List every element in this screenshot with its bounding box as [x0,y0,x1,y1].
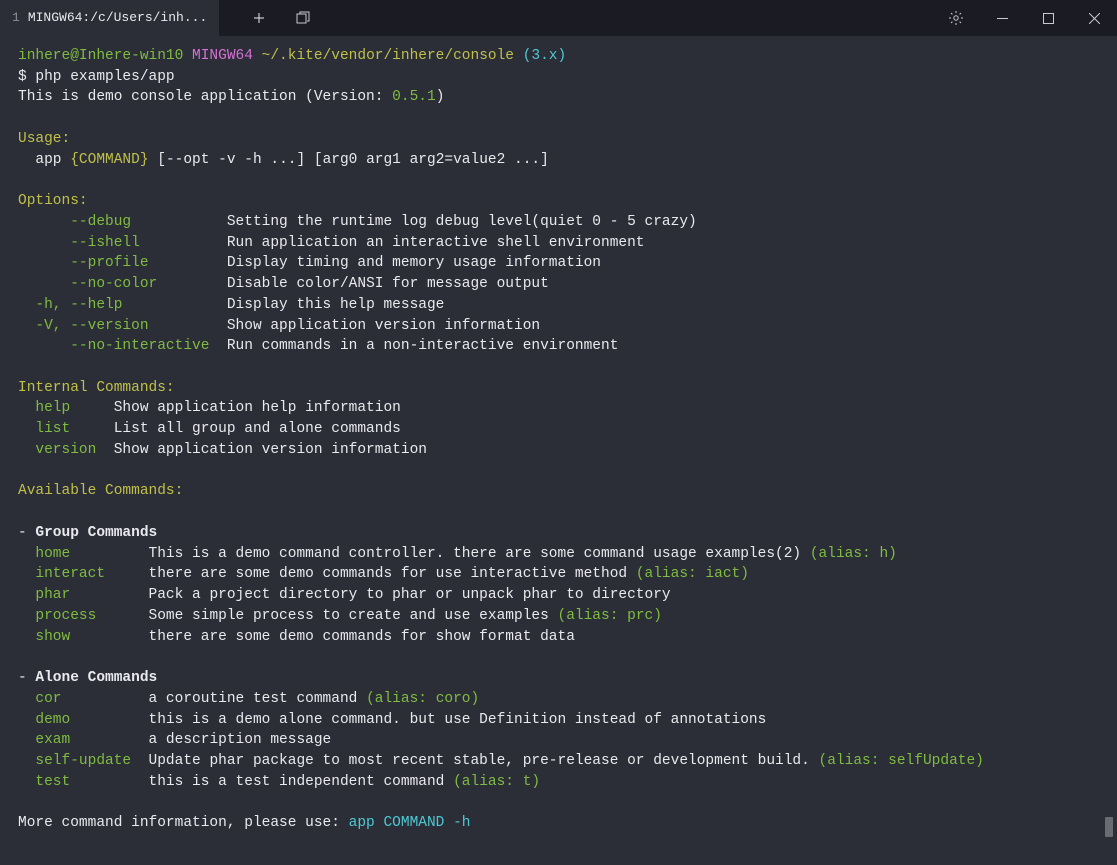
close-button[interactable] [1071,0,1117,36]
prompt-shell: MINGW64 [192,48,253,64]
command-line: $ php examples/app [18,67,1099,88]
command-name: self-update [18,753,149,769]
internal-row: list List all group and alone commands [18,419,1099,440]
option-desc: Display timing and memory usage informat… [218,255,601,271]
window-controls [979,0,1117,36]
option-row: --debug Setting the runtime log debug le… [18,212,1099,233]
option-desc: Run application an interactive shell env… [218,235,644,251]
command-desc: Some simple process to create and use ex… [149,608,558,624]
command-desc: List all group and alone commands [114,421,401,437]
prompt-branch: (3.x) [523,48,567,64]
command-alias: (alias: t) [453,774,540,790]
command-row: interact there are some demo commands fo… [18,564,1099,585]
command-name: show [18,629,149,645]
command-row: show there are some demo commands for sh… [18,627,1099,648]
option-flag: -V, --version [18,318,218,334]
terminal-body[interactable]: inhere@Inhere-win10 MINGW64 ~/.kite/vend… [0,36,1117,844]
group-list: home This is a demo command controller. … [18,544,1099,648]
command-name: exam [18,732,149,748]
command-desc: a coroutine test command [149,691,367,707]
internal-heading: Internal Commands: [18,378,1099,399]
titlebar: 1 MINGW64:/c/Users/inh... [0,0,1117,36]
options-list: --debug Setting the runtime log debug le… [18,212,1099,357]
option-flag: --no-interactive [18,338,218,354]
option-row: --ishell Run application an interactive … [18,233,1099,254]
app-description: This is demo console application (Versio… [18,87,1099,108]
options-heading: Options: [18,191,1099,212]
usage-line: app {COMMAND} [--opt -v -h ...] [arg0 ar… [18,150,1099,171]
command-desc: This is a demo command controller. there… [149,546,810,562]
tab-controls [219,0,323,36]
command-desc: Pack a project directory to phar or unpa… [149,587,671,603]
scrollbar-thumb[interactable] [1105,817,1113,837]
alone-heading: - Alone Commands [18,668,1099,689]
command-row: exam a description message [18,730,1099,751]
command-alias: (alias: h) [810,546,897,562]
alone-list: cor a coroutine test command (alias: cor… [18,689,1099,793]
internal-row: help Show application help information [18,398,1099,419]
command-row: demo this is a demo alone command. but u… [18,710,1099,731]
command-name: help [18,400,114,416]
option-desc: Disable color/ANSI for message output [218,276,549,292]
command-desc: a description message [149,732,332,748]
settings-button[interactable] [933,0,979,36]
command-name: list [18,421,114,437]
available-heading: Available Commands: [18,481,1099,502]
usage-heading: Usage: [18,129,1099,150]
internal-list: help Show application help information l… [18,398,1099,460]
option-row: -V, --version Show application version i… [18,316,1099,337]
command-name: cor [18,691,149,707]
command-alias: (alias: iact) [636,566,749,582]
prompt-user: inhere@Inhere-win10 [18,48,183,64]
command-desc: there are some demo commands for show fo… [149,629,575,645]
command-row: test this is a test independent command … [18,772,1099,793]
command-name: home [18,546,149,562]
command-name: process [18,608,149,624]
option-row: --no-interactive Run commands in a non-i… [18,336,1099,357]
command-row: self-update Update phar package to most … [18,751,1099,772]
command-desc: there are some demo commands for use int… [149,566,636,582]
command-name: phar [18,587,149,603]
option-flag: --debug [18,214,218,230]
option-desc: Display this help message [218,297,444,313]
option-flag: --no-color [18,276,218,292]
command-desc: Update phar package to most recent stabl… [149,753,819,769]
command-name: interact [18,566,149,582]
command-desc: Show application version information [114,442,427,458]
command-name: test [18,774,149,790]
tab-dropdown-button[interactable] [283,0,323,36]
command-desc: Show application help information [114,400,401,416]
option-desc: Setting the runtime log debug level(quie… [218,214,697,230]
new-tab-button[interactable] [239,0,279,36]
command-alias: (alias: coro) [366,691,479,707]
option-row: --profile Display timing and memory usag… [18,253,1099,274]
command-row: home This is a demo command controller. … [18,544,1099,565]
option-row: --no-color Disable color/ANSI for messag… [18,274,1099,295]
command-desc: this is a demo alone command. but use De… [149,712,767,728]
command-name: demo [18,712,149,728]
command-desc: this is a test independent command [149,774,454,790]
tab-active[interactable]: 1 MINGW64:/c/Users/inh... [0,0,219,36]
command-row: process Some simple process to create an… [18,606,1099,627]
group-heading: - - Group CommandsGroup Commands [18,523,1099,544]
tab-title: MINGW64:/c/Users/inh... [28,9,207,28]
option-desc: Run commands in a non-interactive enviro… [218,338,618,354]
maximize-button[interactable] [1025,0,1071,36]
option-flag: -h, --help [18,297,218,313]
option-desc: Show application version information [218,318,540,334]
command-name: version [18,442,114,458]
command-row: cor a coroutine test command (alias: cor… [18,689,1099,710]
tab-index: 1 [12,9,20,28]
option-row: -h, --help Display this help message [18,295,1099,316]
option-flag: --ishell [18,235,218,251]
prompt-line: inhere@Inhere-win10 MINGW64 ~/.kite/vend… [18,46,1099,67]
internal-row: version Show application version informa… [18,440,1099,461]
footer-line: More command information, please use: ap… [18,813,1099,834]
option-flag: --profile [18,255,218,271]
prompt-path: ~/.kite/vendor/inhere/console [262,48,514,64]
minimize-button[interactable] [979,0,1025,36]
command-alias: (alias: selfUpdate) [819,753,984,769]
command-row: phar Pack a project directory to phar or… [18,585,1099,606]
command-alias: (alias: prc) [558,608,662,624]
